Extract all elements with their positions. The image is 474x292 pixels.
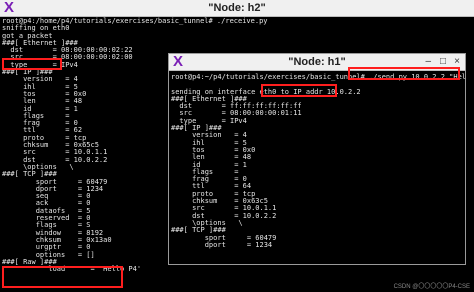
window-title-h2: "Node: h2" <box>208 2 266 14</box>
terminal-line: dport = 1234 <box>171 240 273 249</box>
title-bar-h2[interactable]: X "Node: h2" <box>0 0 474 17</box>
highlight-type-ipv4 <box>2 58 62 70</box>
watermark: CSDN @〇〇〇〇〇P4-CSE <box>393 284 470 290</box>
terminal-output-h1[interactable]: root@p4:~/p4/tutorials/exercises/basic_t… <box>169 71 465 249</box>
terminal-line: root@p4:/home/p4/tutorials/exercises/bas… <box>2 17 268 25</box>
highlight-raw-load <box>2 266 123 288</box>
highlight-ip-addr <box>261 84 337 97</box>
terminal-line: sniffing on eth0 <box>2 24 70 33</box>
highlight-send-command <box>348 67 460 80</box>
